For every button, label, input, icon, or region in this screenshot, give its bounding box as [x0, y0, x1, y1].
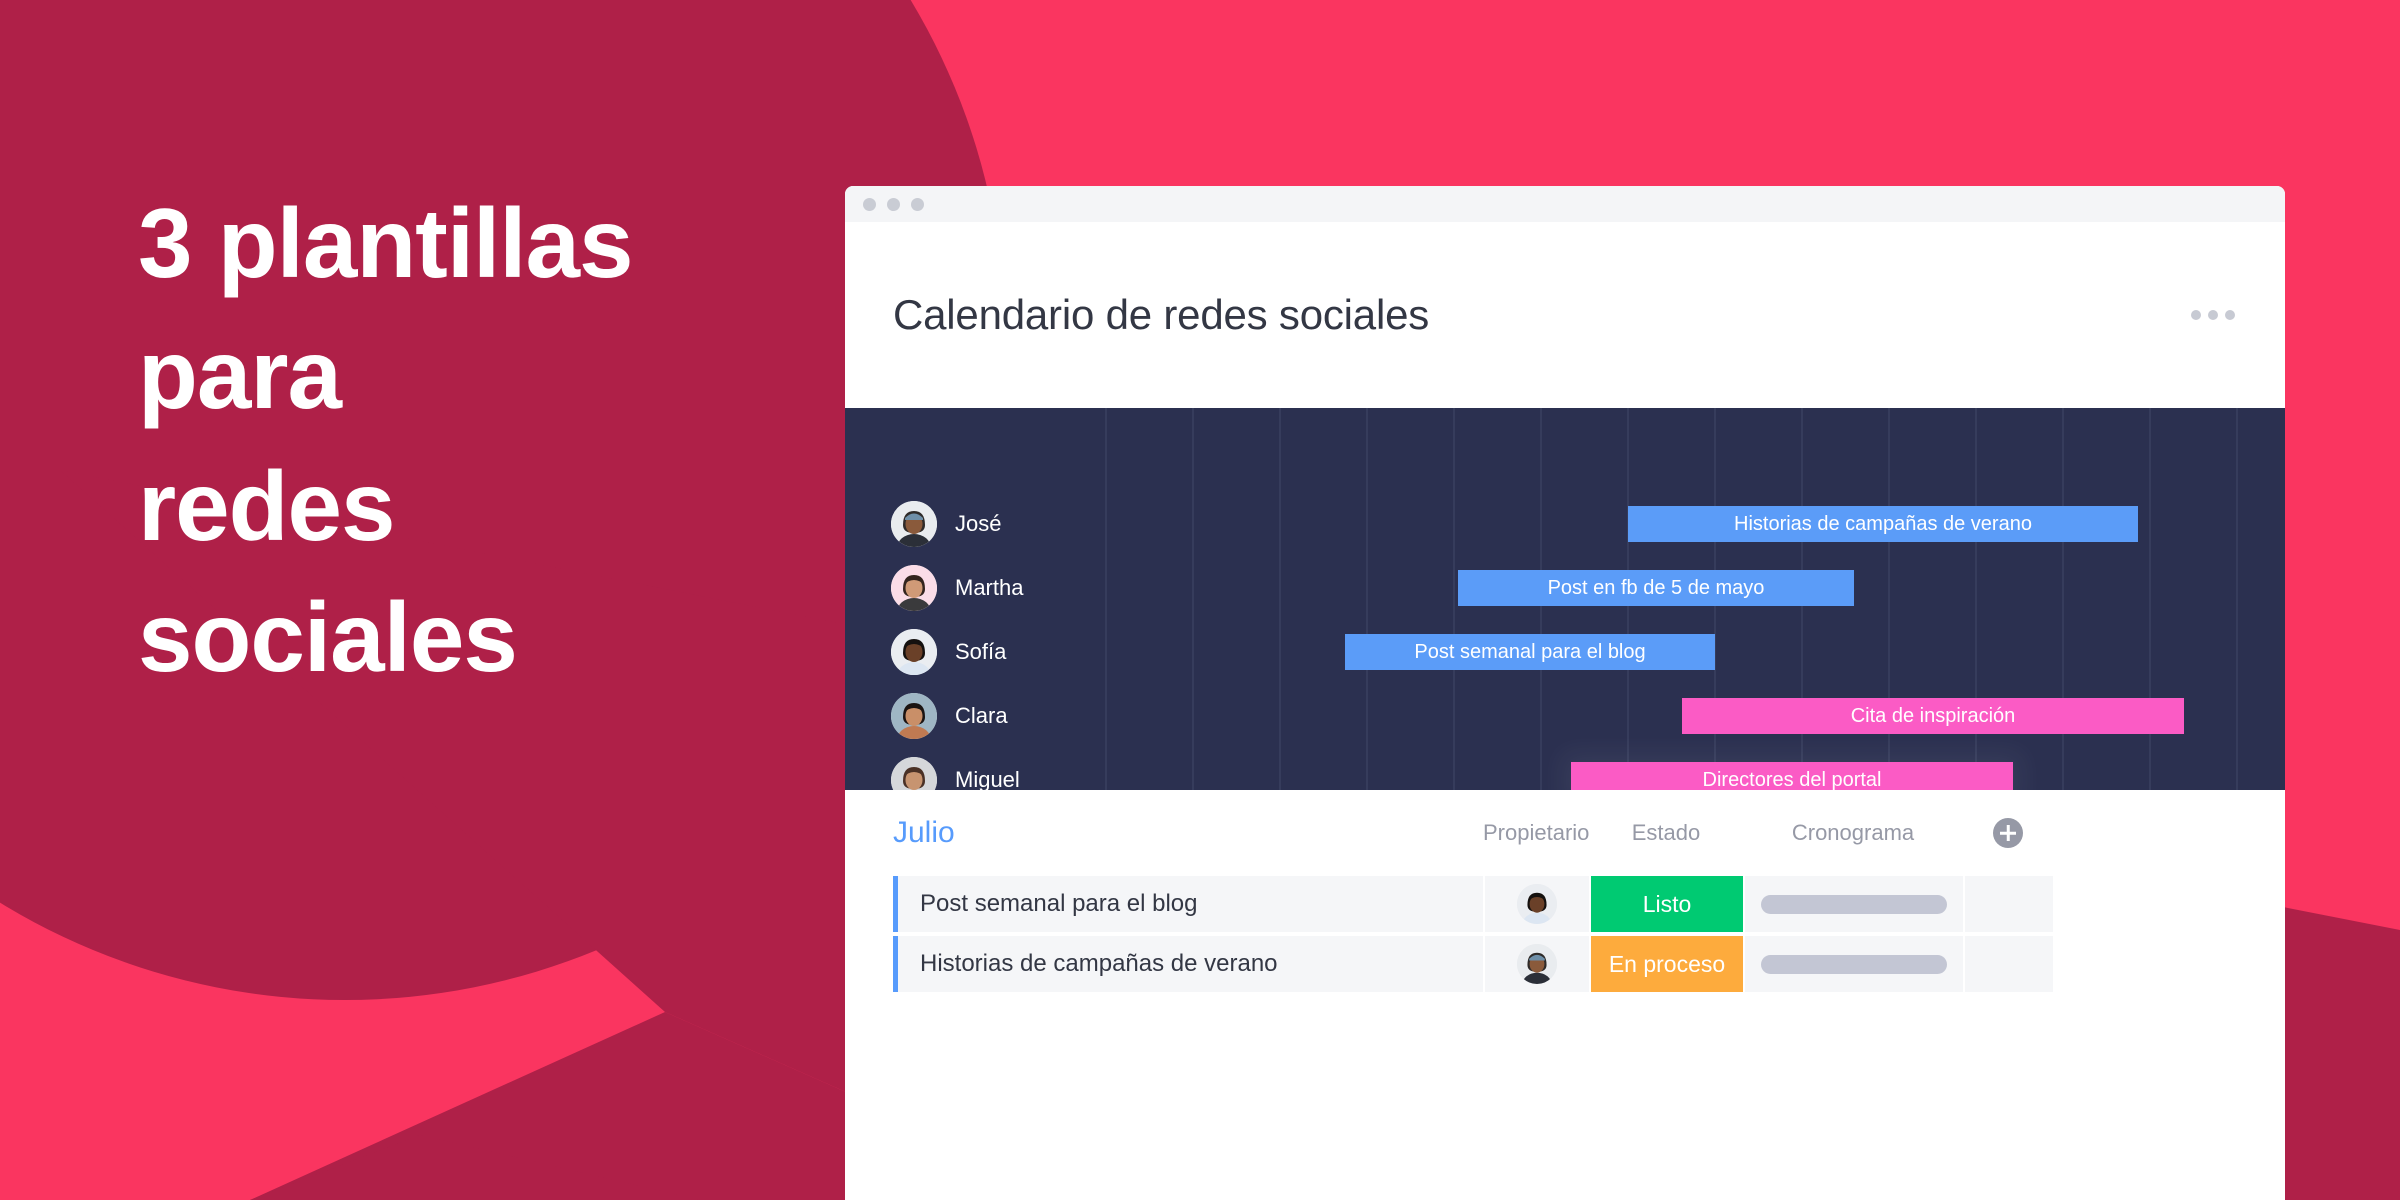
kebab-dot-2-icon	[2208, 310, 2218, 320]
task-name-cell[interactable]: Post semanal para el blog	[898, 876, 1483, 932]
headline-line-1: 3 plantillas	[138, 188, 634, 298]
gantt-task-bar[interactable]: Post semanal para el blog	[1345, 634, 1715, 670]
minimize-dot-icon[interactable]	[887, 197, 900, 211]
avatar-martha	[891, 565, 937, 611]
page-title: Calendario de redes sociales	[893, 291, 1430, 338]
maximize-dot-icon[interactable]	[911, 197, 924, 211]
gantt-gridline-0	[1105, 408, 1107, 790]
month-group-label[interactable]: Julio	[893, 816, 1483, 850]
status-badge[interactable]: Listo	[1591, 876, 1743, 932]
gantt-person-row: Martha	[891, 565, 1023, 611]
gantt-person-name: Clara	[955, 703, 1008, 728]
gantt-task-bar[interactable]: Cita de inspiración	[1682, 698, 2184, 734]
gantt-person-row: José	[891, 501, 1001, 547]
progress-track	[1761, 954, 1947, 974]
gantt-chart: José Martha Sofía Clara Miguel Historias…	[845, 408, 2285, 790]
table-body: Post semanal para el blog Listo Historia…	[893, 876, 2237, 992]
avatar-sofia	[891, 629, 937, 675]
task-owner-cell[interactable]	[1485, 936, 1589, 992]
avatar-miguel	[891, 757, 937, 790]
app-header: Calendario de redes sociales	[845, 222, 2285, 408]
gantt-gridline-2	[1279, 408, 1281, 790]
tasks-table: Julio Propietario Estado Cronograma Post…	[845, 790, 2285, 992]
browser-window-mockup: Calendario de redes sociales José Martha	[845, 186, 2285, 1200]
gantt-person-name: Sofía	[955, 639, 1007, 664]
gantt-task-bar[interactable]: Post en fb de 5 de mayo	[1458, 570, 1854, 606]
gantt-person-name: Miguel	[955, 767, 1020, 790]
task-name-cell[interactable]: Historias de campañas de verano	[898, 936, 1483, 992]
plus-circle-icon	[1993, 818, 2023, 848]
column-header-owner[interactable]: Propietario	[1483, 820, 1589, 846]
gantt-person-name: Martha	[955, 575, 1024, 600]
avatar-jose	[891, 501, 937, 547]
gantt-gridline-13	[2236, 408, 2238, 790]
kebab-dot-3-icon	[2225, 310, 2235, 320]
table-row[interactable]: Historias de campañas de verano En proce…	[893, 936, 2237, 992]
row-empty-cell[interactable]	[1965, 876, 2053, 932]
close-dot-icon[interactable]	[863, 197, 876, 211]
avatar-clara	[891, 693, 937, 739]
avatar-jose	[1517, 944, 1557, 984]
table-row[interactable]: Post semanal para el blog Listo	[893, 876, 2237, 932]
gantt-gridline-4	[1453, 408, 1455, 790]
table-header-row: Julio Propietario Estado Cronograma	[893, 790, 2237, 876]
headline-line-2: para	[138, 319, 342, 430]
kebab-menu-icon[interactable]	[2191, 310, 2235, 320]
task-timeline-cell[interactable]	[1745, 876, 1963, 932]
column-header-status[interactable]: Estado	[1589, 820, 1743, 846]
gantt-gridline-3	[1366, 408, 1368, 790]
page-headline: 3 plantillas para redes sociales	[138, 178, 858, 703]
row-empty-cell[interactable]	[1965, 936, 2053, 992]
poster-canvas: 3 plantillas para redes sociales Calenda…	[0, 0, 2400, 1200]
gantt-person-row: Clara	[891, 693, 1008, 739]
gantt-person-row: Miguel	[891, 757, 1020, 790]
progress-track	[1761, 894, 1947, 914]
gantt-person-row: Sofía	[891, 629, 1006, 675]
status-badge[interactable]: En proceso	[1591, 936, 1743, 992]
column-header-timeline[interactable]: Cronograma	[1743, 820, 1963, 846]
gantt-task-bar[interactable]: Historias de campañas de verano	[1628, 506, 2138, 542]
window-titlebar	[845, 186, 2285, 222]
gantt-task-bar[interactable]: Directores del portal	[1571, 762, 2013, 790]
add-column-button[interactable]	[1963, 818, 2053, 848]
headline-line-3: redes	[138, 450, 396, 561]
gantt-gridline-1	[1192, 408, 1194, 790]
avatar-sofia	[1517, 884, 1557, 924]
headline-line-4: sociales	[138, 581, 518, 692]
task-owner-cell[interactable]	[1485, 876, 1589, 932]
kebab-dot-1-icon	[2191, 310, 2201, 320]
task-timeline-cell[interactable]	[1745, 936, 1963, 992]
gantt-person-name: José	[955, 511, 1002, 536]
